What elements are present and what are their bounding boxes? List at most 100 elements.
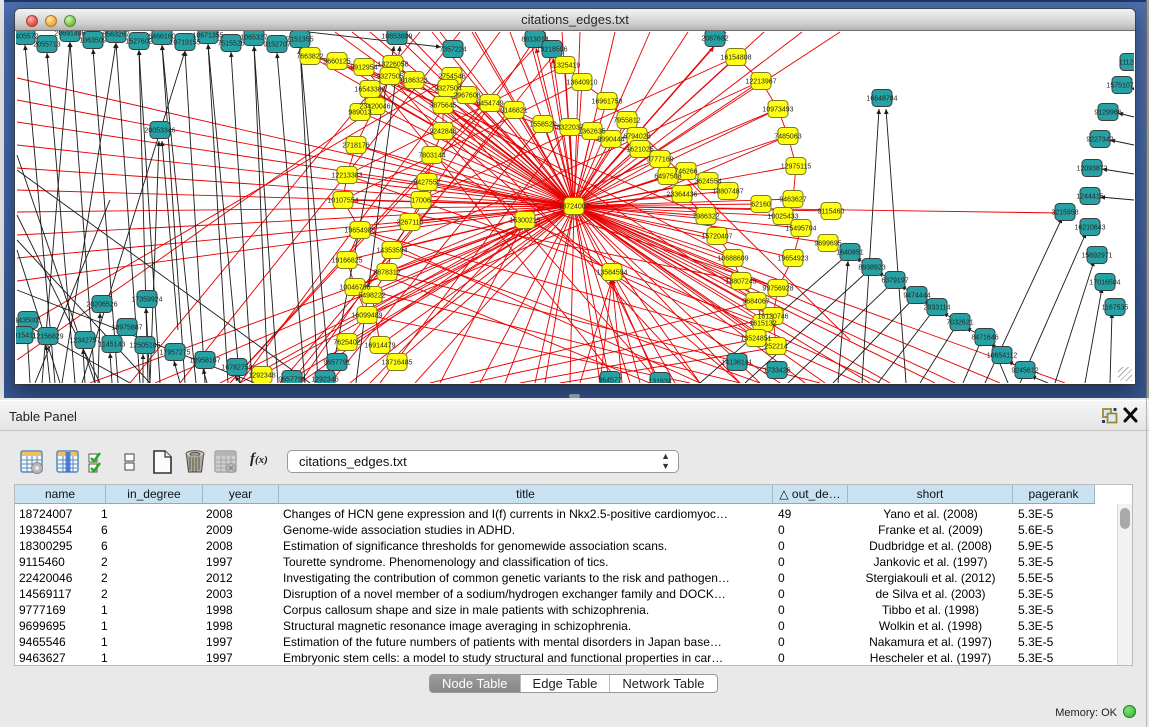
svg-text:15720407: 15720407 xyxy=(701,234,732,241)
svg-text:19166825: 19166825 xyxy=(331,258,362,265)
svg-text:1244415: 1244415 xyxy=(1076,194,1103,201)
svg-text:16099489: 16099489 xyxy=(351,313,382,320)
svg-text:99756928: 99756928 xyxy=(762,286,793,293)
svg-text:6379197: 6379197 xyxy=(881,278,908,285)
svg-text:8813014: 8813014 xyxy=(521,37,548,44)
svg-text:6794028: 6794028 xyxy=(623,134,650,141)
svg-text:746266: 746266 xyxy=(674,169,697,176)
svg-text:1145143: 1145143 xyxy=(99,342,126,349)
svg-text:1292348: 1292348 xyxy=(248,373,275,380)
svg-text:13716485: 13716485 xyxy=(381,360,412,367)
svg-text:18807249: 18807249 xyxy=(725,279,756,286)
svg-text:9684067: 9684067 xyxy=(742,299,769,306)
svg-text:17016504: 17016504 xyxy=(1089,280,1120,287)
svg-text:15495704: 15495704 xyxy=(785,226,816,233)
svg-text:17957275: 17957275 xyxy=(159,350,190,357)
svg-text:12505105: 12505105 xyxy=(129,343,160,350)
svg-text:1558520: 1558520 xyxy=(529,122,556,129)
svg-text:7515526: 7515526 xyxy=(217,41,244,48)
svg-text:2754546: 2754546 xyxy=(438,74,465,81)
svg-text:10654112: 10654112 xyxy=(987,353,1018,360)
svg-text:16914479: 16914479 xyxy=(364,343,395,350)
svg-text:3624554: 3624554 xyxy=(694,179,721,186)
svg-text:2967608: 2967608 xyxy=(453,93,480,100)
svg-text:8563267: 8563267 xyxy=(102,32,129,39)
svg-text:7357224: 7357224 xyxy=(439,47,466,54)
svg-text:1640951: 1640951 xyxy=(836,250,863,257)
svg-text:16154808: 16154808 xyxy=(720,55,751,62)
svg-text:7151355: 7151355 xyxy=(286,37,313,44)
svg-text:7986322: 7986322 xyxy=(692,214,719,221)
svg-text:16210643: 16210643 xyxy=(1074,225,1105,232)
svg-text:20206526: 20206526 xyxy=(86,302,117,309)
svg-text:1362635: 1362635 xyxy=(578,129,605,136)
svg-text:14136141: 14136141 xyxy=(721,360,752,367)
svg-text:3875645: 3875645 xyxy=(429,103,456,110)
svg-text:10719155: 10719155 xyxy=(169,40,200,47)
svg-text:20053346: 20053346 xyxy=(144,128,175,135)
svg-text:9990444: 9990444 xyxy=(597,137,624,144)
svg-text:111243: 111243 xyxy=(1119,60,1134,67)
svg-text:131634: 131634 xyxy=(648,379,671,384)
svg-text:1615132: 1615132 xyxy=(749,321,776,328)
svg-text:14353594: 14353594 xyxy=(376,248,407,255)
svg-text:1405572: 1405572 xyxy=(16,34,39,41)
svg-text:10107554: 10107554 xyxy=(327,198,358,205)
svg-text:12156829: 12156829 xyxy=(32,334,63,341)
svg-text:7032621: 7032621 xyxy=(946,320,973,327)
svg-text:16648784: 16648784 xyxy=(866,96,897,103)
svg-text:12342757: 12342757 xyxy=(69,338,100,345)
svg-text:15751074: 15751074 xyxy=(1106,83,1134,90)
svg-text:10046786: 10046786 xyxy=(339,285,370,292)
svg-text:8938923: 8938923 xyxy=(858,265,885,272)
svg-text:1435001: 1435001 xyxy=(16,318,42,325)
svg-text:16782759: 16782759 xyxy=(221,365,252,372)
svg-text:16543382: 16543382 xyxy=(354,87,385,94)
svg-text:7625402: 7625402 xyxy=(333,340,360,347)
svg-text:17359924: 17359924 xyxy=(131,297,162,304)
svg-text:5498222: 5498222 xyxy=(358,293,385,300)
svg-text:8186323: 8186323 xyxy=(400,78,427,85)
svg-text:8471646: 8471646 xyxy=(971,335,998,342)
svg-text:9657791: 9657791 xyxy=(278,377,305,384)
svg-text:12975115: 12975115 xyxy=(781,164,812,171)
svg-text:9660125: 9660125 xyxy=(323,59,350,66)
svg-text:9463627: 9463627 xyxy=(779,197,806,204)
svg-text:10958167: 10958167 xyxy=(189,358,220,365)
svg-text:7485063: 7485063 xyxy=(774,134,801,141)
svg-text:13640910: 13640910 xyxy=(566,80,597,87)
svg-text:19654923: 19654923 xyxy=(777,256,808,263)
svg-text:12213967: 12213967 xyxy=(745,79,776,86)
svg-text:1292346: 1292346 xyxy=(311,377,338,384)
svg-text:252214: 252214 xyxy=(764,344,787,351)
svg-text:1167535: 1167535 xyxy=(1102,305,1129,312)
svg-text:2718176: 2718176 xyxy=(342,143,369,150)
svg-text:1063509: 1063509 xyxy=(79,38,106,45)
svg-text:10973493: 10973493 xyxy=(762,107,793,114)
svg-text:964577: 964577 xyxy=(598,378,621,384)
svg-text:23364436: 23364436 xyxy=(666,192,697,199)
svg-text:12213383: 12213383 xyxy=(331,173,362,180)
svg-text:1065327: 1065327 xyxy=(240,35,267,42)
svg-text:9777169: 9777169 xyxy=(646,157,673,164)
svg-text:10671355: 10671355 xyxy=(192,33,223,40)
svg-text:9227342: 9227342 xyxy=(1086,137,1113,144)
svg-text:1621025: 1621025 xyxy=(626,147,653,154)
svg-text:62160: 62160 xyxy=(751,202,771,209)
svg-text:7803144: 7803144 xyxy=(418,153,445,160)
svg-text:15692971: 15692971 xyxy=(1081,253,1112,260)
svg-text:9146821: 9146821 xyxy=(500,108,527,115)
svg-text:7955812: 7955812 xyxy=(613,118,640,125)
svg-text:8878312: 8878312 xyxy=(373,270,400,277)
svg-text:7663822: 7663822 xyxy=(296,54,323,61)
svg-text:9474444: 9474444 xyxy=(903,293,930,300)
svg-text:13226058: 13226058 xyxy=(377,62,408,69)
svg-text:19654985: 19654985 xyxy=(344,228,375,235)
svg-text:2055713: 2055713 xyxy=(33,42,60,49)
svg-text:19218506: 19218506 xyxy=(536,47,567,54)
svg-text:16961758: 16961758 xyxy=(591,99,622,106)
svg-text:10975887: 10975887 xyxy=(111,325,142,332)
svg-text:8454749: 8454749 xyxy=(476,101,503,108)
svg-text:13524851: 13524851 xyxy=(740,336,771,343)
svg-text:2933114: 2933114 xyxy=(924,305,951,312)
